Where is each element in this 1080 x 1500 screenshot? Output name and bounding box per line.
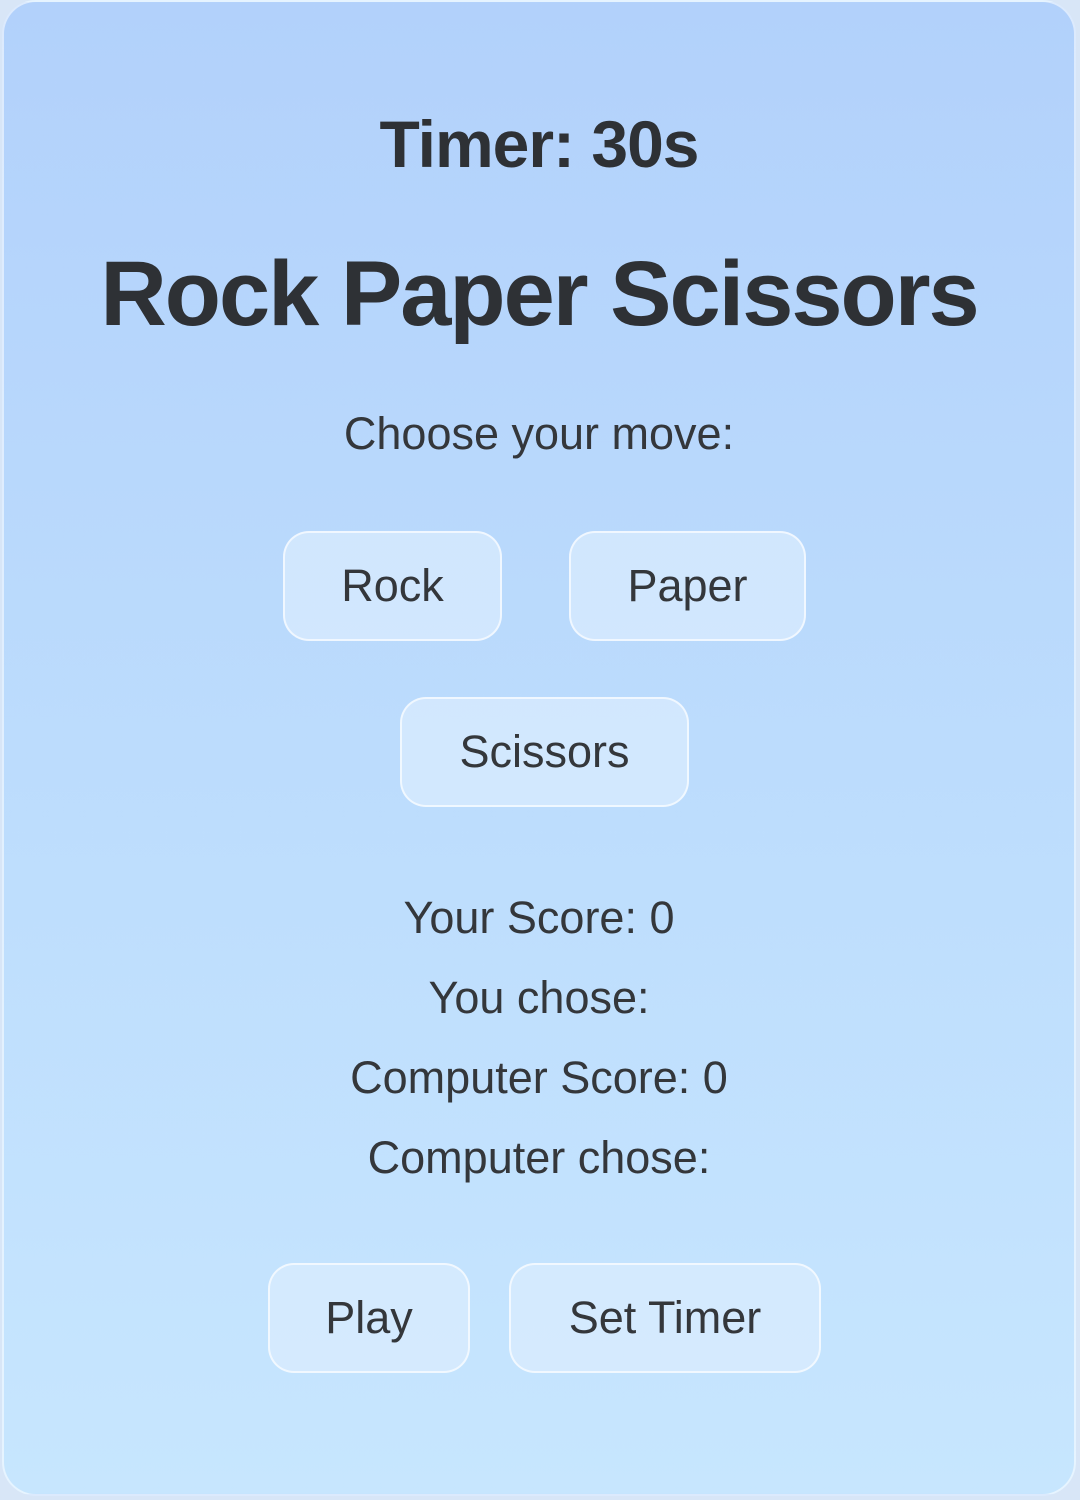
computer-chose: Computer chose: [367,1132,711,1183]
page-title: Rock Paper Scissors [100,243,979,345]
play-button[interactable]: Play [268,1263,470,1373]
timer-display: Timer: 30s [379,107,700,181]
paper-button[interactable]: Paper [569,531,806,641]
scissors-button[interactable]: Scissors [400,697,689,807]
move-prompt: Choose your move: [343,408,735,459]
you-chose: You chose: [428,972,650,1023]
set-timer-button[interactable]: Set Timer [509,1263,821,1373]
rock-button[interactable]: Rock [283,531,502,641]
computer-score: Computer Score: 0 [350,1052,728,1103]
your-score: Your Score: 0 [403,892,675,943]
game-card: Timer: 30s Rock Paper Scissors Choose yo… [2,0,1076,1496]
